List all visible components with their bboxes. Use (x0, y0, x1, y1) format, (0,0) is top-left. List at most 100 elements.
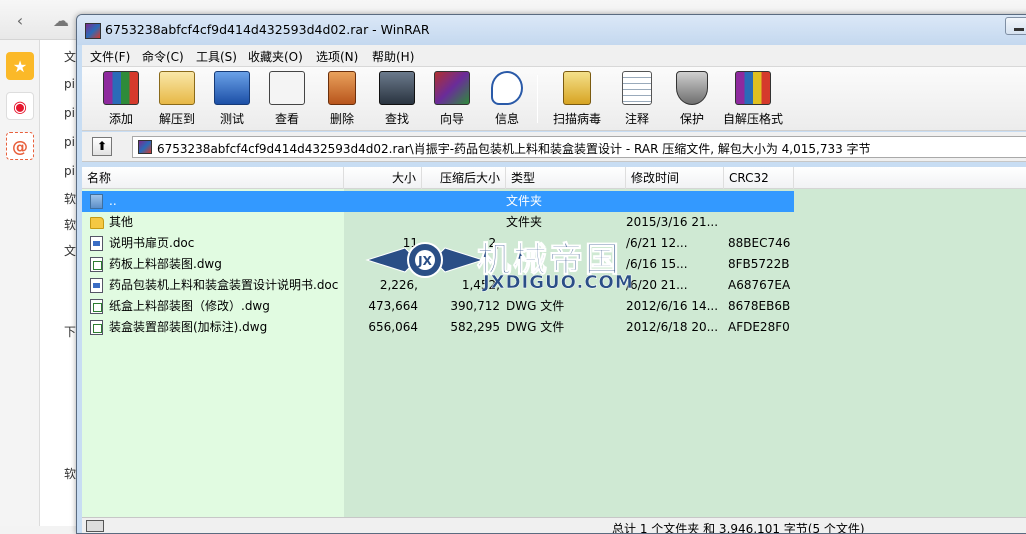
list-header: 名称 大小 压缩后大小 类型 修改时间 CRC32 (82, 167, 1026, 189)
doc-file-icon (90, 236, 103, 251)
status-drive-icon (86, 520, 104, 532)
minimize-button[interactable] (1005, 17, 1026, 35)
menu-options[interactable]: 选项(N) (316, 48, 358, 65)
sfx-books-icon (735, 71, 771, 105)
find-label: 查找 (384, 112, 409, 126)
file-modified: 2012/6/18 20... (626, 320, 719, 334)
file-crc: 8678EB6B (728, 299, 791, 313)
file-crc: 88BEC746 (728, 236, 791, 250)
file-size: 656,064 (368, 320, 418, 334)
table-row[interactable]: .. 文件夹 (82, 191, 794, 212)
file-crc: 8FB5722B (728, 257, 790, 271)
table-row[interactable]: 纸盒上料部装图（修改）.dwg 473,664 390,712 DWG 文件 2012/… (82, 296, 794, 317)
column-header-type[interactable]: 类型 (506, 167, 626, 189)
virus-scan-button[interactable]: 扫描病毒 (547, 71, 607, 127)
file-name: 药板上料部装图.dwg (109, 257, 222, 271)
add-button[interactable]: 添加 (96, 71, 146, 127)
file-modified: 2012/6/16 14... (626, 299, 719, 313)
extract-folder-icon (159, 71, 195, 105)
winrar-logo-icon (85, 23, 101, 39)
protect-label: 保护 (679, 112, 704, 126)
file-name: 药品包装机上料和装盒装置设计说明书.doc (109, 278, 339, 292)
watermark-url: JXDIGUO.COM (483, 272, 634, 294)
browser-sidebar: ★ ◉ @ (0, 40, 40, 526)
menu-tools[interactable]: 工具(S) (196, 48, 237, 65)
star-icon[interactable]: ★ (6, 52, 34, 80)
file-type: DWG 文件 (506, 299, 565, 313)
comment-button[interactable]: 注释 (612, 71, 662, 127)
extract-to-button[interactable]: 解压到 (152, 71, 202, 127)
binoculars-find-icon (379, 71, 415, 105)
file-name: 其他 (109, 215, 134, 229)
file-modified (626, 191, 721, 212)
file-packed-size: 582,295 (450, 320, 500, 334)
sfx-label: 自解压格式 (722, 112, 783, 126)
archive-path: 6753238abfcf4cf9d414d432593d4d02.rar\肖振宇… (157, 142, 871, 156)
test-button[interactable]: 测试 (207, 71, 257, 127)
toolbar-separator (537, 75, 538, 123)
file-name: 纸盒上料部装图（修改）.dwg (109, 299, 270, 313)
wizard-button[interactable]: 向导 (427, 71, 477, 127)
weibo-icon[interactable]: ◉ (6, 92, 34, 120)
status-text: 总计 1 个文件夹 和 3,946,101 字节(5 个文件) (612, 522, 865, 534)
wizard-icon (434, 71, 470, 105)
address-field[interactable]: 6753238abfcf4cf9d414d432593d4d02.rar\肖振宇… (132, 136, 1026, 158)
cloud-icon[interactable]: ☁ (50, 11, 72, 31)
table-row[interactable]: 装盒装置部装图(加标注).dwg 656,064 582,295 DWG 文件 2012… (82, 317, 794, 338)
file-packed-size: 390,712 (450, 299, 500, 313)
dwg-file-icon (90, 320, 103, 335)
view-button[interactable]: 查看 (262, 71, 312, 127)
virus-scan-icon (563, 71, 591, 105)
watermark-logo: JX 机械帝国 JXDIGUO.COM (365, 228, 665, 298)
menu-bar: 文件(F) 命令(C) 工具(S) 收藏夹(O) 选项(N) 帮助(H) (82, 45, 1026, 67)
wizard-label: 向导 (439, 112, 464, 126)
menu-favorites[interactable]: 收藏夹(O) (248, 48, 303, 65)
file-name: 说明书扉页.doc (109, 236, 195, 250)
menu-commands[interactable]: 命令(C) (142, 48, 184, 65)
file-packed-size (422, 191, 500, 212)
info-label: 信息 (494, 112, 519, 126)
column-header-modified[interactable]: 修改时间 (626, 167, 724, 189)
shield-protect-icon (676, 71, 708, 105)
info-button[interactable]: 信息 (482, 71, 532, 127)
file-crc (728, 191, 792, 212)
file-name: 装盒装置部装图(加标注).dwg (109, 320, 268, 334)
file-crc (728, 212, 792, 233)
up-folder-button[interactable]: ⬆ (92, 137, 112, 156)
winged-gear-icon: JX (365, 242, 485, 278)
protect-button[interactable]: 保护 (667, 71, 717, 127)
menu-help[interactable]: 帮助(H) (372, 48, 414, 65)
find-button[interactable]: 查找 (372, 71, 422, 127)
dwg-file-icon (90, 299, 103, 314)
column-header-packed[interactable]: 压缩后大小 (422, 167, 506, 189)
watermark-badge: JX (417, 254, 432, 268)
file-crc: A68767EA (728, 278, 791, 292)
extract-to-label: 解压到 (158, 112, 195, 126)
window-title: 6753238abfcf4cf9d414d432593d4d02.rar - W… (105, 22, 430, 37)
menu-file[interactable]: 文件(F) (90, 48, 130, 65)
delete-button[interactable]: 删除 (317, 71, 367, 127)
address-bar: ⬆ 6753238abfcf4cf9d414d432593d4d02.rar\肖… (82, 132, 1026, 162)
parent-folder-icon (90, 194, 103, 209)
glasses-view-icon (269, 71, 305, 105)
comment-notepad-icon (622, 71, 652, 105)
column-header-name[interactable]: 名称 (82, 167, 344, 189)
title-bar[interactable]: 6753238abfcf4cf9d414d432593d4d02.rar - W… (77, 15, 1026, 45)
file-name: .. (109, 194, 117, 208)
test-label: 测试 (219, 112, 244, 126)
folder-icon (90, 217, 104, 229)
sfx-button[interactable]: 自解压格式 (718, 71, 788, 127)
file-list: 名称 大小 压缩后大小 类型 修改时间 CRC32 .. 文件夹 其他 文件夹 2015… (82, 167, 1026, 517)
test-check-icon (214, 71, 250, 105)
virus-scan-label: 扫描病毒 (552, 112, 601, 126)
rar-archive-icon (138, 140, 152, 154)
at-icon[interactable]: @ (6, 132, 34, 160)
back-icon[interactable]: ‹ (10, 11, 30, 31)
column-header-size[interactable]: 大小 (344, 167, 422, 189)
column-header-crc[interactable]: CRC32 (724, 167, 794, 189)
info-icon (491, 71, 523, 105)
books-add-icon (103, 71, 139, 105)
comment-label: 注释 (624, 112, 649, 126)
toolbar: 添加 解压到 测试 查看 删除 查找 向导 信息 扫描病毒 注释 保护 自解压格… (82, 67, 1026, 131)
file-size: 473,664 (368, 299, 418, 313)
